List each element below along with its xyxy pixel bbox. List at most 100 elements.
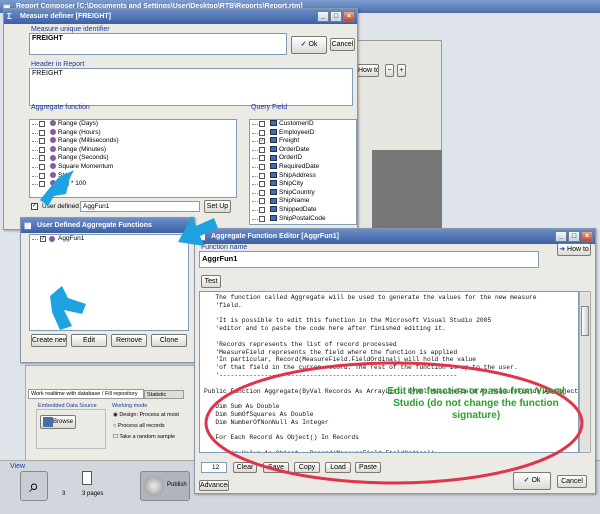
header-input[interactable]: FREIGHT	[29, 68, 353, 106]
editor-icon: ▦	[198, 232, 206, 241]
publish-button[interactable]: Publish	[140, 471, 190, 501]
mode-option-random[interactable]: ☐ Take a random sample	[113, 434, 175, 440]
udaf-titlebar: ▦ User Defined Aggregate Functions	[21, 218, 194, 233]
udaf-item-checkbox[interactable]	[40, 236, 46, 242]
cancel-button[interactable]: Cancel	[330, 38, 355, 51]
query-field-checkbox[interactable]	[259, 198, 265, 205]
aggregate-list-item[interactable]: Range (Minutes)	[30, 146, 236, 155]
editor-ok-button[interactable]: ✓ Ok	[513, 472, 551, 490]
function-editor-window: ▦ Aggregate Function Editor [AggrFun1] _…	[194, 228, 596, 494]
query-field-checkbox[interactable]	[259, 189, 265, 196]
aggregate-item-checkbox[interactable]	[39, 129, 45, 136]
edit-button[interactable]: Edit	[71, 334, 107, 347]
tab-realtime[interactable]: Work realtime with database / Fill repos…	[28, 389, 144, 399]
load-button[interactable]: Load	[325, 462, 351, 473]
table-field-icon	[270, 146, 277, 153]
aggregate-item-checkbox[interactable]	[39, 121, 45, 127]
query-field-item[interactable]: ShipAddress	[250, 172, 356, 181]
advanced-button[interactable]: Advanced	[199, 480, 229, 491]
query-field-item[interactable]: ShipCountry	[250, 189, 356, 198]
query-field-checkbox[interactable]	[259, 206, 265, 213]
bg-minus-button[interactable]: −	[385, 64, 394, 77]
setup-button[interactable]: Set Up	[204, 200, 231, 213]
query-field-checkbox[interactable]	[259, 215, 265, 222]
user-defined-checkbox[interactable]: ✓	[31, 203, 38, 210]
editor-howto-button[interactable]: ➜ How to	[557, 243, 591, 256]
function-name-input[interactable]: AggrFun1	[199, 251, 539, 268]
user-defined-select[interactable]: AggFun1	[80, 201, 200, 212]
aggregate-list-item[interactable]: Range (Hours)	[30, 129, 236, 138]
copy-button[interactable]: Copy	[294, 462, 320, 473]
aggregate-list-item[interactable]: Square Momentum	[30, 163, 236, 172]
aggregate-list[interactable]: Range (Days) Range (Hours) Range (Millisec…	[29, 119, 237, 198]
aggregate-item-label: Avg * 100	[58, 180, 87, 188]
editor-maximize-button[interactable]: □	[568, 231, 580, 242]
query-field-item[interactable]: ShippedDate	[250, 206, 356, 215]
query-field-checkbox[interactable]	[259, 146, 265, 153]
mode-option-design[interactable]: ◉ Design: Process at most	[113, 412, 179, 418]
aggregate-list-item[interactable]: Avg * 100	[30, 180, 236, 189]
query-field-checkbox[interactable]	[259, 181, 265, 188]
query-field-item[interactable]: RequiredDate	[250, 163, 356, 172]
query-field-checkbox[interactable]	[259, 138, 265, 145]
editor-cancel-button[interactable]: Cancel	[557, 475, 587, 488]
clear-button[interactable]: Clear	[233, 462, 257, 473]
udaf-list-item[interactable]: AggFun1	[30, 235, 188, 244]
query-field-checkbox[interactable]	[259, 155, 265, 162]
browse-button[interactable]: Browse	[40, 415, 76, 429]
query-field-list[interactable]: CustomerIDEmployeeIDFreightOrderDateOrde…	[249, 119, 357, 225]
query-field-item[interactable]: EmployeeID	[250, 129, 356, 138]
publish-label: Publish	[167, 482, 187, 488]
query-field-item[interactable]: Freight	[250, 137, 356, 146]
query-field-checkbox[interactable]	[259, 129, 265, 136]
aggregate-item-checkbox[interactable]	[39, 181, 45, 188]
bg-plus-button[interactable]: +	[397, 64, 406, 77]
pages-icon[interactable]	[82, 471, 92, 485]
udaf-list[interactable]: AggFun1	[29, 234, 189, 331]
code-line: 'Records represents the list of record p…	[204, 340, 397, 348]
aggregate-list-item[interactable]: Range (Milliseconds)	[30, 137, 236, 146]
query-field-item[interactable]: OrderID	[250, 154, 356, 163]
paste-button[interactable]: Paste	[355, 462, 381, 473]
test-button[interactable]: Test	[201, 275, 221, 288]
code-editor[interactable]: The function called Aggregate will be us…	[199, 291, 579, 453]
ok-button[interactable]: ✓ Ok	[291, 36, 327, 54]
identifier-input[interactable]: FREIGHT	[29, 33, 287, 55]
query-field-item[interactable]: ShipName	[250, 197, 356, 206]
code-line: 'In particular, Record(MeasureField.Fiel…	[204, 356, 477, 364]
query-field-checkbox[interactable]	[259, 172, 265, 179]
font-size-stepper[interactable]: 12	[201, 462, 227, 473]
editor-close-button[interactable]: ×	[581, 231, 593, 242]
editor-minimize-button[interactable]: _	[555, 231, 567, 242]
query-field-checkbox[interactable]	[259, 121, 265, 127]
aggregate-item-checkbox[interactable]	[39, 146, 45, 153]
tab-statistic[interactable]: Statistic	[144, 390, 184, 399]
query-field-item[interactable]: ShipCity	[250, 180, 356, 189]
aggregate-item-label: Range (Seconds)	[58, 154, 109, 162]
close-button[interactable]: ×	[343, 11, 355, 22]
aggregate-item-checkbox[interactable]	[39, 155, 45, 162]
aggregate-list-item[interactable]: Range (Days)	[30, 120, 236, 129]
save-button[interactable]: Save	[263, 462, 289, 473]
aggregate-list-item[interactable]: Range (Seconds)	[30, 154, 236, 163]
aggregate-item-checkbox[interactable]	[39, 138, 45, 145]
aggregate-item-checkbox[interactable]	[39, 172, 45, 179]
remove-button[interactable]: Remove	[111, 334, 147, 347]
query-field-item[interactable]: CustomerID	[250, 120, 356, 129]
query-field-checkbox[interactable]	[259, 163, 265, 170]
identifier-label: Measure unique identifier	[31, 26, 110, 33]
clone-button[interactable]: Clone	[151, 334, 187, 347]
code-scrollbar[interactable]	[579, 291, 591, 453]
howto-button-bg[interactable]: How to	[357, 64, 379, 77]
aggregate-list-item[interactable]: Std	[30, 172, 236, 181]
query-field-item[interactable]: ShipPostalCode	[250, 215, 356, 224]
magnifier-icon[interactable]: ⌕	[20, 471, 48, 501]
query-field-item[interactable]: OrderDate	[250, 146, 356, 155]
mode-option-all[interactable]: ○ Process all records	[113, 423, 165, 429]
maximize-button[interactable]: □	[330, 11, 342, 22]
create-new-button[interactable]: Create new	[31, 334, 67, 347]
aggregate-item-checkbox[interactable]	[39, 163, 45, 170]
minimize-button[interactable]: _	[317, 11, 329, 22]
scroll-thumb[interactable]	[581, 306, 589, 336]
